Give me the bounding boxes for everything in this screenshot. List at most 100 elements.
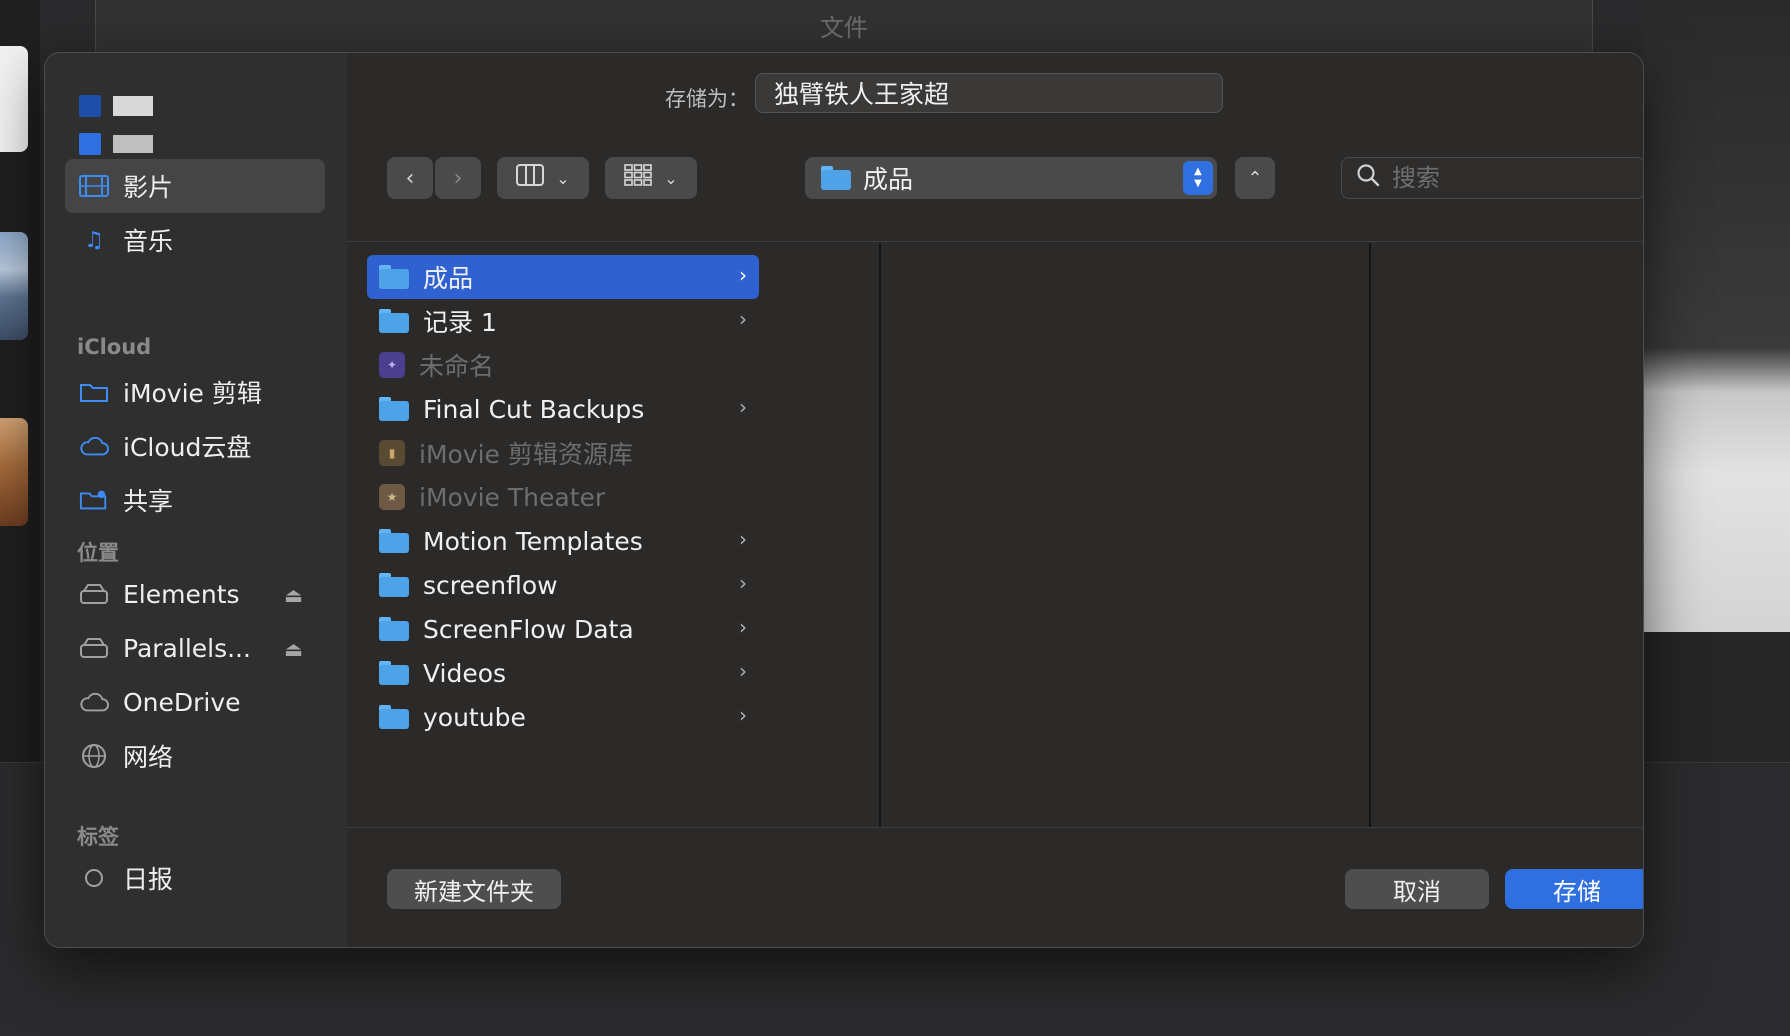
music-note-icon: ♫ [84,227,104,253]
save-as-input[interactable] [755,73,1223,113]
file-name: Motion Templates [423,526,643,556]
column-divider[interactable] [879,243,881,827]
sidebar-item-shared[interactable]: 共享 [65,473,325,527]
sidebar-item-label: 日报 [123,865,174,894]
chevron-right-icon: › [453,165,463,191]
save-dialog: 影片 ♫ 音乐 iCloud iMovie 剪辑 iCloud云盘 共享 位置 [44,52,1644,948]
sidebar-item-imovie[interactable]: iMovie 剪辑 [65,365,325,419]
file-row-videos[interactable]: Videos › [367,651,759,695]
file-row-imovie-theater[interactable]: ★ iMovie Theater [367,475,759,519]
expand-collapse-button[interactable]: ⌃ [1235,157,1275,199]
save-button[interactable]: 存储 [1505,869,1643,909]
background-thumbnail [0,232,28,340]
sidebar-item-label: 共享 [123,487,174,516]
file-row-imovie-library[interactable]: ▮ iMovie 剪辑资源库 [367,431,759,475]
sidebar-item-elements[interactable]: Elements ⏏ [65,567,325,621]
eject-icon[interactable]: ⏏ [284,583,303,607]
file-row-motion-templates[interactable]: Motion Templates › [367,519,759,563]
file-name: Videos [423,658,507,688]
chevron-down-icon: ⌄ [556,168,570,188]
folder-icon [379,661,409,685]
sidebar-item-onedrive[interactable]: OneDrive [65,675,325,729]
sidebar-item-parallels[interactable]: Parallels... ⏏ [65,621,325,675]
sidebar-heading-icloud: iCloud [77,335,152,359]
chevron-right-icon: › [739,527,747,551]
recent-item[interactable] [79,91,153,121]
chevron-right-icon: › [739,615,747,639]
file-row-record-1[interactable]: 记录 1 › [367,299,759,343]
sidebar: 影片 ♫ 音乐 iCloud iMovie 剪辑 iCloud云盘 共享 位置 [45,53,347,947]
folder-icon [379,617,409,641]
sidebar-item-label: 音乐 [123,227,174,256]
recent-item[interactable] [79,129,153,159]
chevron-right-icon: › [739,703,747,727]
background-thumbnail [0,418,28,526]
file-name: Final Cut Backups [423,394,645,424]
tag-circle-icon [79,863,109,893]
divider [347,241,1643,242]
file-row-final-cut-backups[interactable]: Final Cut Backups › [367,387,759,431]
background-window-title: 文件 [820,14,868,42]
file-row-screenflow-data[interactable]: ScreenFlow Data › [367,607,759,651]
sidebar-item-label: iMovie 剪辑 [123,379,262,408]
cancel-button[interactable]: 取消 [1345,869,1489,909]
sidebar-item-tag-daily[interactable]: 日报 [65,851,325,905]
recent-thumbnail-icon [113,135,153,153]
file-name: iMovie 剪辑资源库 [419,440,633,469]
folder-icon [379,265,409,289]
background-thumbnail [0,46,28,152]
file-name: ScreenFlow Data [423,614,634,644]
chevron-left-icon: ‹ [405,165,415,191]
cloud-icon [79,687,109,717]
column-divider[interactable] [1369,243,1371,827]
group-button[interactable]: ⌄ [605,157,697,199]
forward-button[interactable]: › [435,157,481,199]
chevron-right-icon: › [739,263,747,287]
file-name: 记录 1 [423,308,497,337]
sidebar-item-network[interactable]: 网络 [65,729,325,783]
file-name: iMovie Theater [419,482,606,512]
search-field[interactable] [1341,157,1643,199]
file-name: 成品 [423,264,474,293]
chevron-right-icon: › [739,571,747,595]
file-list: 成品 › 记录 1 › ✦ 未命名 Final Cut Backups › ▮ … [367,255,759,739]
film-icon [79,171,109,201]
folder-icon [379,573,409,597]
drive-icon [79,579,109,609]
file-name: youtube [423,702,526,732]
search-input[interactable] [1392,164,1632,192]
sidebar-item-icloud-drive[interactable]: iCloud云盘 [65,419,325,473]
search-icon [1356,163,1380,193]
file-row-chengpin[interactable]: 成品 › [367,255,759,299]
new-folder-button[interactable]: 新建文件夹 [387,869,561,909]
background-panel [1642,632,1790,762]
recent-thumbnail-icon [79,133,101,155]
file-row-screenflow[interactable]: screenflow › [367,563,759,607]
back-button[interactable]: ‹ [387,157,433,199]
file-row-untitled[interactable]: ✦ 未命名 [367,343,759,387]
chevron-right-icon: › [739,659,747,683]
sidebar-heading-tags: 标签 [77,825,119,849]
columns-view-icon [516,164,545,192]
chevron-right-icon: › [739,395,747,419]
grid-icon [624,164,653,192]
sidebar-heading-locations: 位置 [77,541,119,565]
eject-icon[interactable]: ⏏ [284,637,303,661]
folder-outline-icon [79,377,109,407]
sidebar-item-movies[interactable]: 影片 [65,159,325,213]
file-name: 未命名 [419,352,495,381]
shared-folder-icon [79,485,109,515]
folder-icon [821,166,851,190]
file-row-youtube[interactable]: youtube › [367,695,759,739]
imovie-theater-icon: ★ [379,484,405,510]
recent-thumbnail-icon [113,96,153,116]
folder-icon [379,529,409,553]
chevron-right-icon: › [739,307,747,331]
sidebar-item-label: iCloud云盘 [123,433,252,462]
sidebar-item-music[interactable]: ♫ 音乐 [65,213,325,267]
drive-icon [79,633,109,663]
recent-thumbnail-icon [79,95,101,117]
view-mode-button[interactable]: ⌄ [497,157,589,199]
location-popup[interactable]: 成品 ▲ ▼ [805,157,1217,199]
folder-icon [379,705,409,729]
